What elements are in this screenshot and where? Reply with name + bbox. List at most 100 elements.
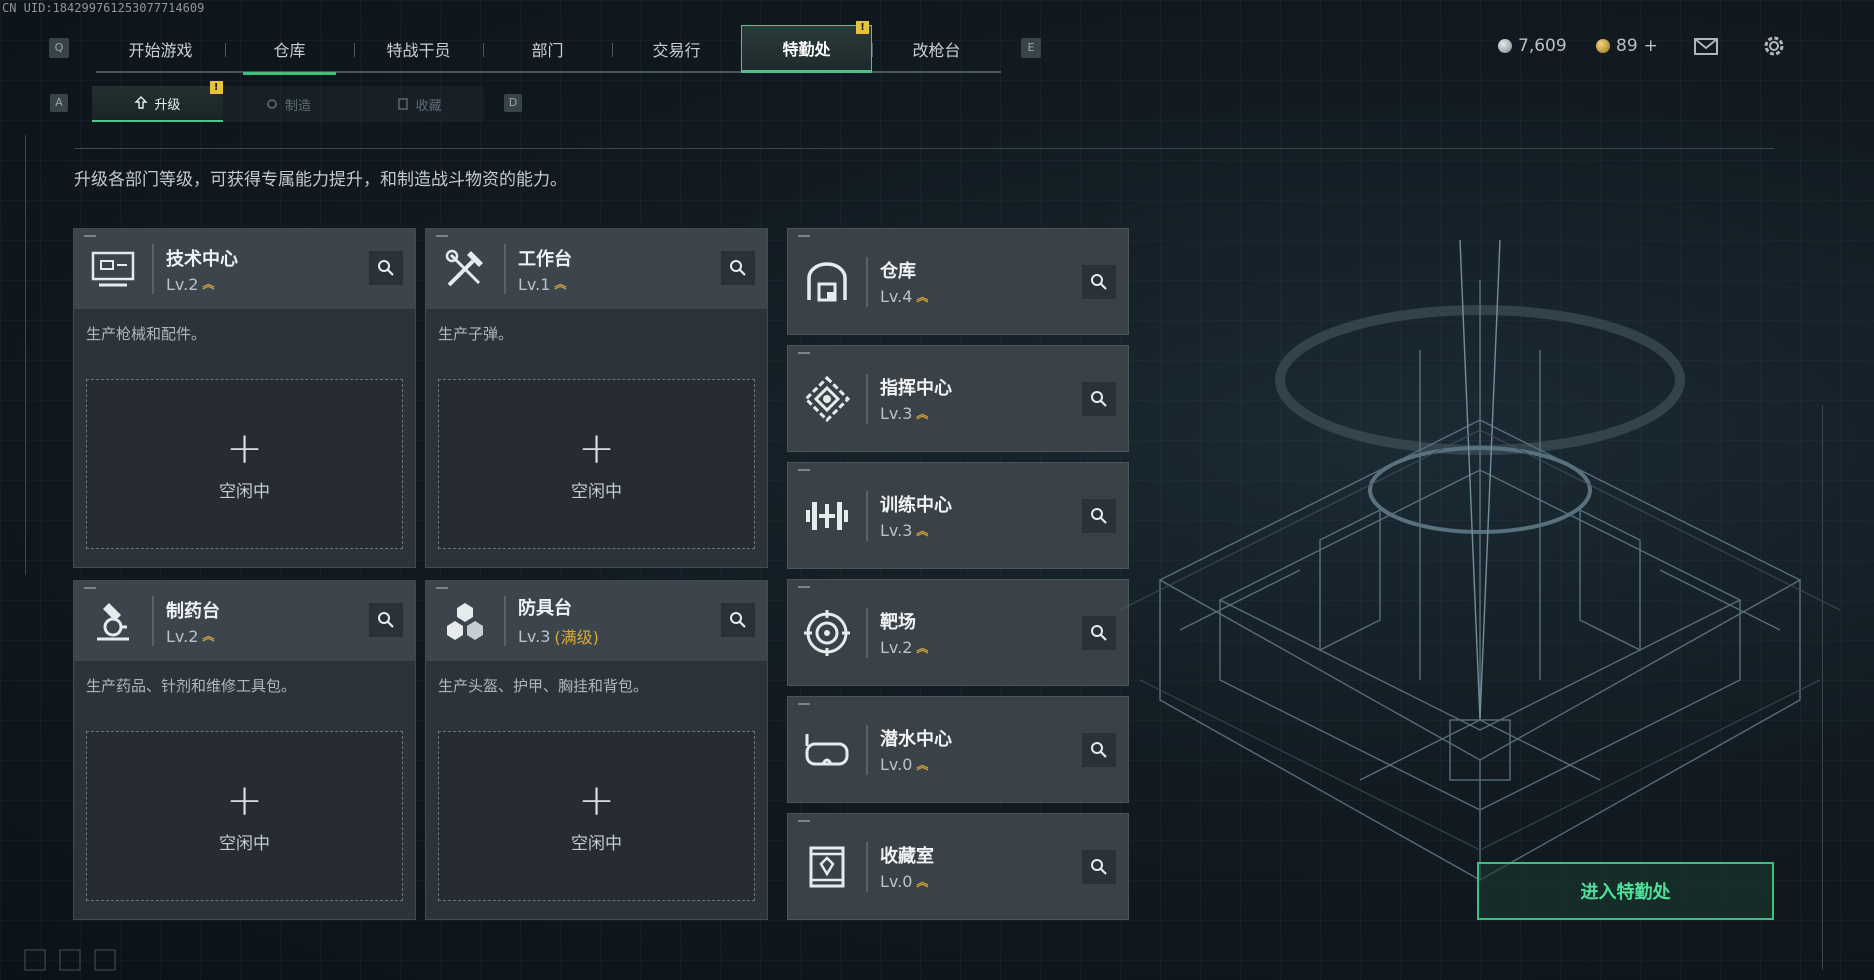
card-header: 制药台 Lv.2 ︽ — [74, 581, 415, 661]
facility-name: 收藏室 — [880, 846, 934, 867]
mail-icon[interactable] — [1692, 32, 1720, 60]
facility-level: Lv.2 ︽ — [166, 627, 220, 646]
facility-name: 工作台 — [518, 248, 572, 270]
facility-name: 技术中心 — [166, 248, 238, 270]
corner-tick — [798, 703, 810, 705]
inspect-button[interactable] — [721, 251, 755, 285]
top-nav: 开始游戏 仓库 特战干员 部门 交易行 特勤处 ! 改枪台 — [96, 21, 1001, 75]
facility-card-diving-center[interactable]: 潜水中心 Lv.0 ︽ — [787, 696, 1129, 803]
facility-name: 训练中心 — [880, 495, 952, 516]
warehouse-icon — [788, 228, 866, 335]
upgrade-arrow-icon: ︽ — [202, 629, 215, 643]
player-uid: CN UID:18429976125307771460​9 — [2, 1, 205, 15]
tab-special-ops[interactable]: 特勤处 ! — [741, 21, 872, 73]
slot-status: 空闲中 — [219, 833, 270, 854]
tab-departments[interactable]: 部门 — [483, 25, 612, 73]
facility-level: Lv.2 ︽ — [166, 275, 238, 294]
level-text: Lv.2 — [166, 626, 199, 646]
facility-card-pharmacy[interactable]: 制药台 Lv.2 ︽ 生产药品、针剂和维修工具包。 + 空闲中 — [73, 580, 416, 920]
inspect-button[interactable] — [1082, 499, 1116, 533]
gold-currency[interactable]: 89 + — [1596, 36, 1658, 56]
facility-card-armor-bench[interactable]: 防具台 Lv.3 (满级) 生产头盔、护甲、胸挂和背包。 + 空闲中 — [425, 580, 768, 920]
corner-tick — [798, 469, 810, 471]
subtab-upgrade[interactable]: 升级 ! — [92, 81, 223, 122]
facility-description: 生产头盔、护甲、胸挂和背包。 — [438, 677, 649, 695]
enter-special-ops-button[interactable]: 进入特勤处 — [1477, 862, 1774, 920]
facility-card-warehouse[interactable]: 仓库 Lv.4 ︽ — [787, 228, 1129, 335]
corner-tick — [84, 235, 96, 237]
subtab-craft[interactable]: 制造 — [223, 86, 354, 122]
facility-card-collection-room[interactable]: 收藏室 Lv.0 ︽ — [787, 813, 1129, 920]
level-text: Lv.3 — [880, 521, 913, 540]
facility-card-shooting-range[interactable]: 靶场 Lv.2 ︽ — [787, 579, 1129, 686]
facility-card-workbench[interactable]: 工作台 Lv.1 ︽ 生产子弹。 + 空闲中 — [425, 228, 768, 568]
production-slot[interactable]: + 空闲中 — [86, 379, 403, 549]
gear-icon[interactable] — [1760, 32, 1788, 60]
search-icon — [1091, 859, 1107, 875]
d-key-hint: D — [504, 94, 522, 112]
add-gold-button[interactable]: + — [1644, 36, 1658, 56]
facility-level: Lv.3 ︽ — [880, 404, 952, 423]
facility-name: 潜水中心 — [880, 729, 952, 750]
tab-operators[interactable]: 特战干员 — [354, 25, 483, 73]
gold-coin-icon — [1596, 39, 1610, 53]
facility-name: 仓库 — [880, 261, 916, 282]
facility-level: Lv.3 ︽ — [880, 521, 952, 540]
upgrade-arrow-icon: ︽ — [916, 406, 929, 421]
inspect-button[interactable] — [1082, 265, 1116, 299]
tools-icon — [426, 229, 504, 309]
production-slot[interactable]: + 空闲中 — [438, 731, 755, 901]
level-text: Lv.0 — [880, 755, 913, 774]
inspect-button[interactable] — [369, 251, 403, 285]
tab-gunsmith[interactable]: 改枪台 — [872, 25, 1001, 73]
subtab-collection[interactable]: 收藏 — [353, 86, 484, 122]
search-icon — [378, 612, 394, 628]
level-text: Lv.3 — [518, 626, 551, 646]
plus-icon: + — [226, 422, 263, 474]
separator — [866, 841, 868, 892]
inspect-button[interactable] — [721, 603, 755, 637]
facility-level: Lv.0 ︽ — [880, 872, 934, 891]
separator — [866, 373, 868, 424]
production-slot[interactable]: + 空闲中 — [438, 379, 755, 549]
upgrade-arrow-icon: ︽ — [916, 523, 929, 538]
inspect-button[interactable] — [1082, 733, 1116, 767]
facility-card-command-center[interactable]: 指挥中心 Lv.3 ︽ — [787, 345, 1129, 452]
craft-icon — [267, 99, 277, 109]
upgrade-arrow-icon: ︽ — [916, 640, 929, 655]
facility-description: 生产药品、针剂和维修工具包。 — [86, 677, 297, 695]
gold-amount: 89 — [1616, 36, 1638, 56]
a-key-hint: A — [50, 94, 68, 112]
inspect-button[interactable] — [369, 603, 403, 637]
inspect-button[interactable] — [1082, 850, 1116, 884]
search-icon — [1091, 274, 1107, 290]
facility-level: Lv.4 ︽ — [880, 287, 928, 306]
separator — [866, 256, 868, 307]
facility-description: 生产枪械和配件。 — [86, 325, 207, 343]
plus-icon: + — [578, 774, 615, 826]
facility-level: Lv.3 (满级) — [518, 624, 599, 648]
level-text: Lv.4 — [880, 287, 913, 306]
silver-amount: 7,609 — [1518, 36, 1567, 56]
upgrade-icon — [134, 96, 149, 109]
production-slot[interactable]: + 空闲中 — [86, 731, 403, 901]
facility-level: Lv.1 ︽ — [518, 275, 572, 294]
tab-trading[interactable]: 交易行 — [612, 25, 741, 73]
facility-card-tech-center[interactable]: 技术中心 Lv.2 ︽ 生产枪械和配件。 + 空闲中 — [73, 228, 416, 568]
corner-tick — [84, 587, 96, 589]
tab-start-game[interactable]: 开始游戏 — [96, 25, 225, 73]
collection-icon — [397, 98, 408, 110]
facility-name: 制药台 — [166, 600, 220, 622]
inspect-button[interactable] — [1082, 382, 1116, 416]
inspect-button[interactable] — [1082, 616, 1116, 650]
tab-warehouse[interactable]: 仓库 — [225, 25, 354, 75]
e-key-hint: E — [1021, 38, 1041, 58]
slot-status: 空闲中 — [571, 481, 622, 502]
target-icon — [788, 579, 866, 686]
max-level-badge: (满级) — [554, 628, 599, 647]
command-emblem-icon — [788, 345, 866, 452]
search-icon — [1091, 625, 1107, 641]
card-header: 工作台 Lv.1 ︽ — [426, 229, 767, 309]
search-icon — [1091, 508, 1107, 524]
facility-card-training-center[interactable]: 训练中心 Lv.3 ︽ — [787, 462, 1129, 569]
